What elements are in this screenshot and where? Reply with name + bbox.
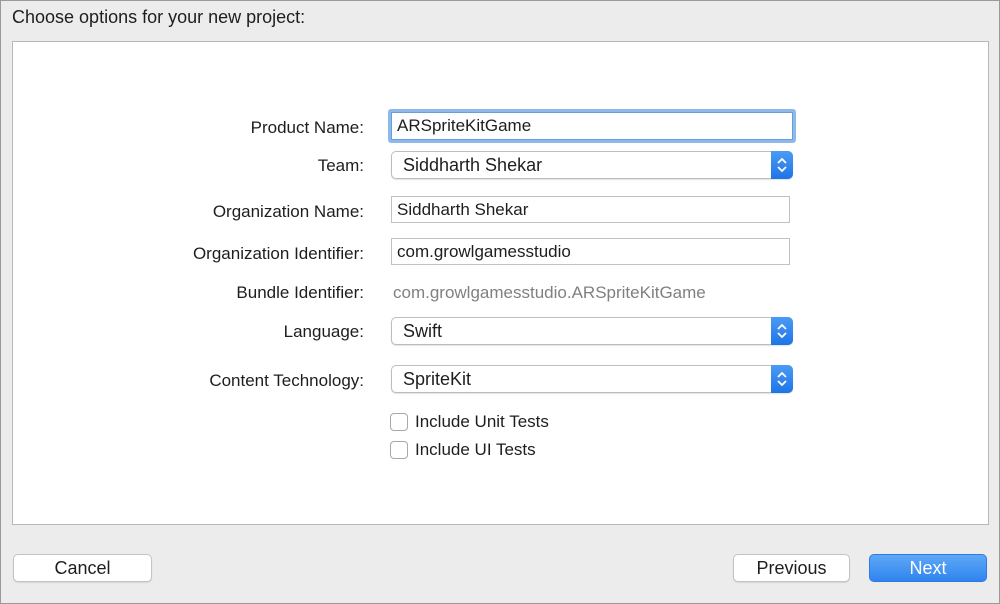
- content-technology-popup[interactable]: SpriteKit: [391, 365, 793, 393]
- language-popup[interactable]: Swift: [391, 317, 793, 345]
- organization-name-value: Siddharth Shekar: [397, 200, 529, 219]
- team-popup[interactable]: Siddharth Shekar: [391, 151, 793, 179]
- next-button[interactable]: Next: [869, 554, 987, 582]
- team-value: Siddharth Shekar: [403, 155, 543, 175]
- language-label: Language:: [283, 322, 364, 341]
- product-name-field[interactable]: ARSpriteKitGame: [388, 109, 796, 143]
- content-technology-stepper[interactable]: [771, 365, 793, 393]
- up-down-chevron-icon: [777, 371, 787, 387]
- team-stepper[interactable]: [771, 151, 793, 179]
- include-unit-tests-checkbox[interactable]: [390, 413, 408, 431]
- organization-name-field[interactable]: Siddharth Shekar: [391, 196, 790, 223]
- options-panel: Product Name: ARSpriteKitGame Team: Sidd…: [12, 41, 989, 525]
- bundle-identifier-label: Bundle Identifier:: [236, 283, 364, 302]
- include-ui-tests-checkbox[interactable]: [390, 441, 408, 459]
- up-down-chevron-icon: [777, 323, 787, 339]
- organization-identifier-label: Organization Identifier:: [192, 244, 364, 263]
- organization-identifier-value: com.growlgamesstudio: [397, 242, 571, 261]
- dialog-heading: Choose options for your new project:: [12, 7, 306, 27]
- product-name-label: Product Name:: [250, 118, 364, 137]
- content-technology-value: SpriteKit: [403, 369, 472, 389]
- bundle-identifier-value: com.growlgamesstudio.ARSpriteKitGame: [393, 283, 706, 302]
- new-project-dialog: Choose options for your new project: Pro…: [0, 0, 1000, 604]
- language-value: Swift: [403, 321, 443, 341]
- organization-name-label: Organization Name:: [212, 202, 364, 221]
- focus-ring: [391, 112, 793, 140]
- include-ui-tests-label[interactable]: Include UI Tests: [415, 440, 536, 460]
- include-unit-tests-label[interactable]: Include Unit Tests: [415, 412, 549, 432]
- content-technology-label: Content Technology:: [209, 371, 364, 390]
- up-down-chevron-icon: [777, 157, 787, 173]
- language-stepper[interactable]: [771, 317, 793, 345]
- organization-identifier-field[interactable]: com.growlgamesstudio: [391, 238, 790, 265]
- cancel-button[interactable]: Cancel: [13, 554, 152, 582]
- team-label: Team:: [317, 156, 364, 175]
- previous-button[interactable]: Previous: [733, 554, 850, 582]
